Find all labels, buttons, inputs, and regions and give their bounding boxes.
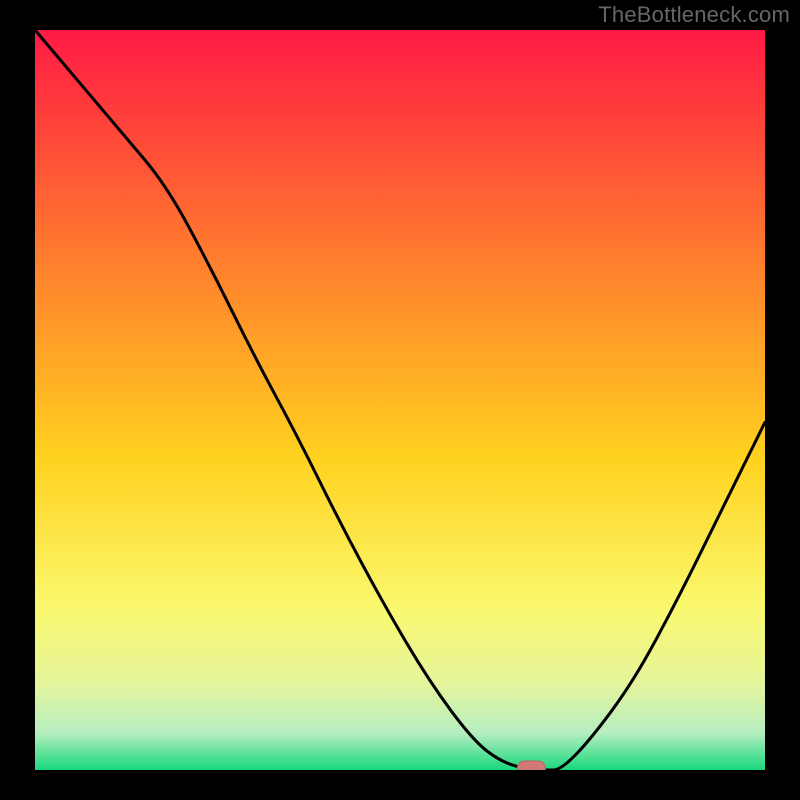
gradient-background: [35, 30, 765, 770]
plot-area: [35, 30, 765, 770]
chart-frame: TheBottleneck.com: [0, 0, 800, 800]
bottleneck-curve-chart: [35, 30, 765, 770]
optimal-marker: [517, 761, 545, 770]
watermark-text: TheBottleneck.com: [598, 2, 790, 28]
